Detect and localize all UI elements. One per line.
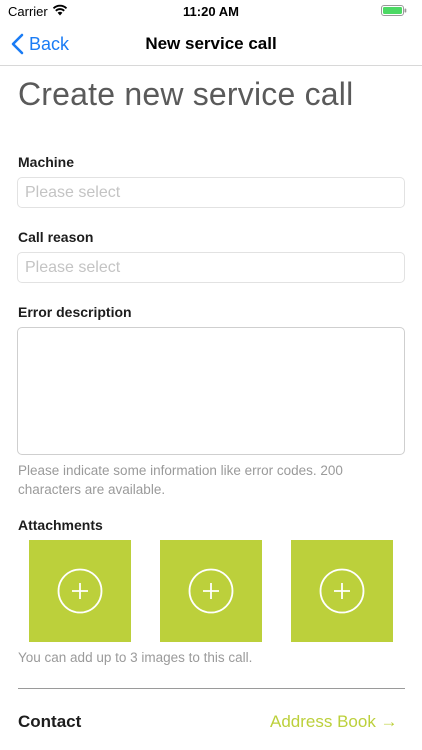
attachments-hint: You can add up to 3 images to this call. [18,650,253,665]
page-title: Create new service call [18,76,354,112]
call-reason-label: Call reason [18,229,94,245]
add-attachment-button-2[interactable] [160,540,262,642]
add-attachment-button-1[interactable] [29,540,131,642]
address-book-link[interactable]: Address Book → [270,712,398,732]
status-time: 11:20 AM [183,4,239,19]
divider [18,688,405,689]
machine-placeholder: Please select [25,184,121,201]
call-reason-select[interactable]: Please select [17,252,405,283]
error-description-textarea[interactable] [17,327,405,455]
error-description-label: Error description [18,304,132,320]
plus-icon [57,568,103,614]
add-attachment-button-3[interactable] [291,540,393,642]
plus-icon [319,568,365,614]
navigation-bar: Back New service call [0,22,422,66]
call-reason-placeholder: Please select [25,259,121,276]
machine-label: Machine [18,154,75,170]
nav-title: New service call [145,34,277,53]
attachments-label: Attachments [18,517,103,533]
error-description-hint: Please indicate some information like er… [18,463,343,497]
machine-select[interactable]: Please select [17,177,405,208]
plus-icon [188,568,234,614]
contact-label: Contact [18,712,82,731]
battery-icon [381,5,407,16]
status-bar: Carrier 11:20 AM [0,0,422,22]
